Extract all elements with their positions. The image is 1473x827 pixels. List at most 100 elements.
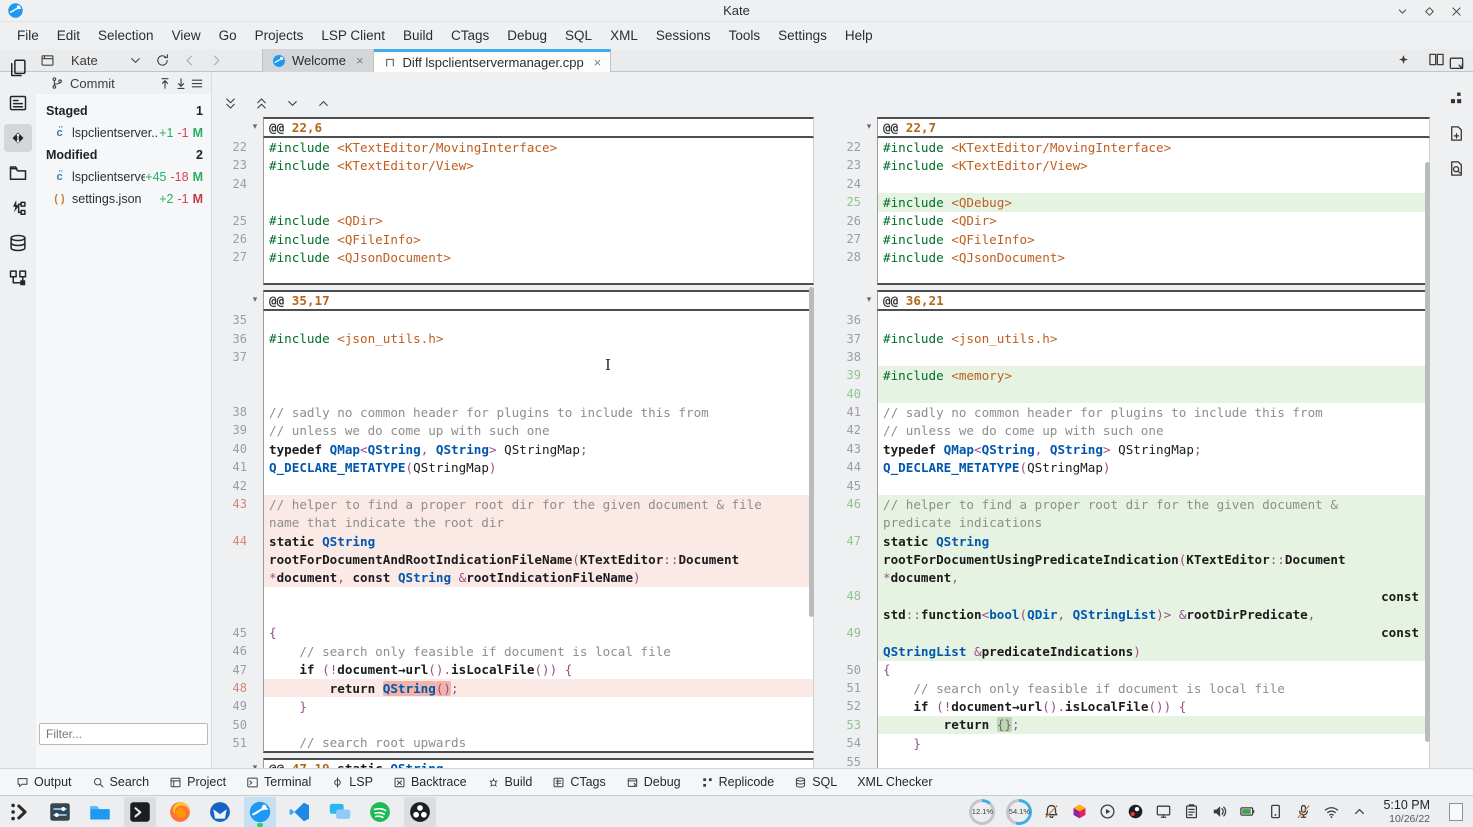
code-line[interactable]: { [877, 661, 1430, 679]
code-line[interactable] [877, 267, 1430, 285]
code-line[interactable]: // helper to find a proper root dir for … [877, 495, 1430, 513]
code-line[interactable] [263, 605, 814, 623]
taskbar-app-chat[interactable] [324, 797, 356, 827]
code-line[interactable] [263, 385, 814, 403]
code-line[interactable]: #include <KTextEditor/MovingInterface> [263, 138, 814, 156]
session-dropdown-chevron-icon[interactable] [128, 53, 143, 68]
maximize-button[interactable] [1423, 5, 1436, 18]
taskbar-app-vscode[interactable] [284, 797, 316, 827]
panel-button-debug[interactable]: Debug [618, 772, 689, 792]
system-monitor-gauge[interactable]: 12.1% [969, 799, 995, 825]
reload-button[interactable] [155, 53, 170, 68]
code-line[interactable]: Q_DECLARE_METATYPE(QStringMap) [263, 458, 814, 476]
taskbar-app-kate[interactable] [244, 797, 276, 827]
tray-wifi-icon[interactable] [1323, 803, 1340, 820]
code-line[interactable]: // search root upwards [263, 734, 814, 752]
code-line[interactable]: rootForDocumentUsingPredicateIndication(… [877, 550, 1430, 568]
sidebar-tool-external-tools[interactable] [4, 194, 32, 222]
hunk-collapse-icon[interactable]: ▾ [861, 117, 877, 138]
tray-color-cube-icon[interactable] [1071, 803, 1088, 820]
taskbar-app-kde-launcher[interactable] [4, 797, 36, 827]
taskbar-app-konsole[interactable] [124, 797, 156, 827]
code-line[interactable] [263, 193, 814, 211]
menu-xml[interactable]: XML [601, 24, 647, 47]
code-line[interactable]: #include <QJsonDocument> [263, 248, 814, 266]
code-line[interactable] [263, 311, 814, 329]
git-group-modified[interactable]: Modified2 [36, 144, 211, 166]
tray-kdeconnect-icon[interactable] [1267, 803, 1284, 820]
code-line[interactable]: if (!document→url().isLocalFile()) { [263, 661, 814, 679]
code-line[interactable]: // sadly no common header for plugins to… [877, 403, 1430, 421]
menu-tools[interactable]: Tools [720, 24, 770, 47]
code-line[interactable]: static QString [263, 532, 814, 550]
menu-sessions[interactable]: Sessions [647, 24, 720, 47]
panel-button-terminal[interactable]: Terminal [238, 772, 319, 792]
new-pane-scrollbar[interactable] [1425, 162, 1430, 742]
code-line[interactable]: #include <QFileInfo> [877, 230, 1430, 248]
code-line[interactable]: { [263, 624, 814, 642]
panel-button-xml-checker[interactable]: XML Checker [849, 772, 940, 792]
tray-caret-up-icon[interactable] [1351, 803, 1368, 820]
code-line[interactable]: @@ 35,17 [263, 290, 814, 311]
git-filter-input[interactable] [39, 723, 208, 745]
panel-button-ctags[interactable]: CTags [544, 772, 613, 792]
open-file-button[interactable] [1448, 160, 1465, 177]
code-line[interactable]: QStringList &predicateIndications) [877, 642, 1430, 660]
taskbar-app-system-settings[interactable] [44, 797, 76, 827]
diff-nav-chevron-down-button[interactable] [280, 91, 304, 115]
tab-diff[interactable]: Diff lspclientservermanager.cpp× [374, 49, 612, 72]
taskbar-app-obs[interactable] [404, 797, 436, 827]
code-line[interactable]: #include <KTextEditor/View> [877, 156, 1430, 174]
panel-button-project[interactable]: Project [161, 772, 234, 792]
code-line[interactable]: #include <KTextEditor/MovingInterface> [877, 138, 1430, 156]
code-line[interactable]: // search only feasible if document is l… [263, 642, 814, 660]
code-line[interactable]: *document, [877, 569, 1430, 587]
tray-media-play-icon[interactable] [1099, 803, 1116, 820]
show-desktop-button[interactable] [1449, 803, 1463, 821]
diff-nav-dbl-chevron-up-button[interactable] [249, 91, 273, 115]
code-line[interactable]: rootForDocumentAndRootIndicationFileName… [263, 550, 814, 568]
widgets-button[interactable] [1448, 90, 1465, 107]
code-line[interactable]: // search only feasible if document is l… [877, 679, 1430, 697]
panel-button-sql[interactable]: SQL [786, 772, 845, 792]
menu-debug[interactable]: Debug [498, 24, 556, 47]
panel-button-lsp[interactable]: LSP [323, 772, 381, 792]
panel-button-output[interactable]: Output [8, 772, 80, 792]
sidebar-tool-project-structure[interactable] [4, 264, 32, 292]
code-line[interactable]: // helper to find a proper root dir for … [263, 495, 814, 513]
git-push-button[interactable] [157, 76, 173, 91]
code-line[interactable]: #include <QJsonDocument> [877, 248, 1430, 266]
code-line[interactable]: #include <json_utils.h> [877, 330, 1430, 348]
menu-help[interactable]: Help [836, 24, 882, 47]
code-line[interactable]: if (!document→url().isLocalFile()) { [877, 697, 1430, 715]
code-line[interactable]: const [877, 624, 1430, 642]
code-line[interactable]: Q_DECLARE_METATYPE(QStringMap) [877, 458, 1430, 476]
diff-nav-dbl-chevron-down-button[interactable] [218, 91, 242, 115]
git-file-row[interactable]: c̈lspclientserver...+45-18M [36, 166, 211, 188]
code-line[interactable] [877, 311, 1430, 329]
hunk-collapse-icon[interactable]: ▾ [247, 117, 263, 138]
tray-volume-icon[interactable] [1211, 803, 1228, 820]
system-monitor-gauge[interactable]: 54.1% [1006, 799, 1032, 825]
code-line[interactable]: } [263, 697, 814, 715]
taskbar-app-dolphin[interactable] [84, 797, 116, 827]
code-line[interactable] [877, 385, 1430, 403]
code-line[interactable] [263, 175, 814, 193]
code-line[interactable]: #include <QFileInfo> [263, 230, 814, 248]
panel-button-search[interactable]: Search [84, 772, 158, 792]
code-line[interactable] [263, 348, 814, 366]
code-line[interactable] [877, 477, 1430, 495]
code-line[interactable]: std::function<bool(QDir, QStringList)> &… [877, 605, 1430, 623]
sidebar-tool-documents[interactable] [4, 54, 32, 82]
tray-clipboard-icon[interactable] [1183, 803, 1200, 820]
tray-obs-tray-icon[interactable] [1127, 803, 1144, 820]
tray-battery-icon[interactable] [1239, 803, 1256, 820]
menu-lsp-client[interactable]: LSP Client [312, 24, 394, 47]
code-line[interactable]: const [877, 587, 1430, 605]
code-line[interactable] [263, 716, 814, 734]
code-line[interactable]: #include <QDebug> [877, 193, 1430, 211]
code-line[interactable]: // sadly no common header for plugins to… [263, 403, 814, 421]
code-line[interactable]: @@ 22,6 [263, 117, 814, 138]
close-button[interactable] [1450, 5, 1463, 18]
taskbar-app-thunderbird[interactable] [204, 797, 236, 827]
